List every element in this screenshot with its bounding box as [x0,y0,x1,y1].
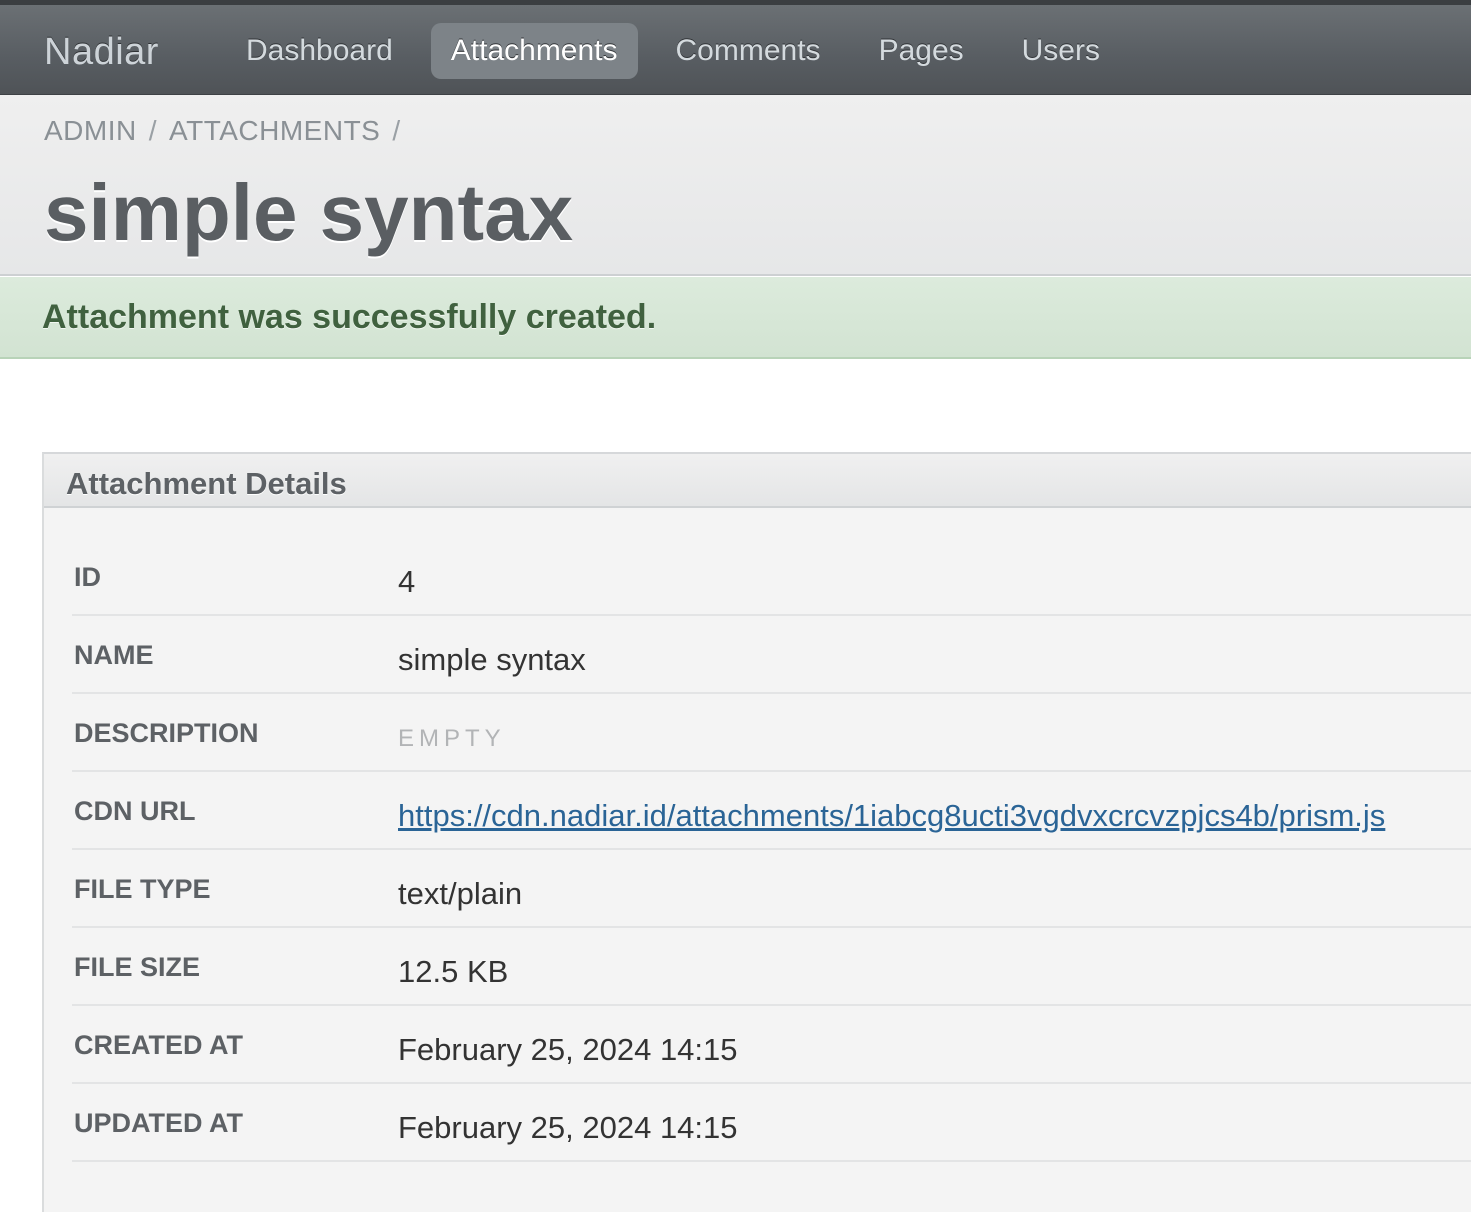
row-file-type: FILE TYPE text/plain [72,850,1471,928]
row-label: UPDATED AT [74,1108,243,1138]
top-header: Nadiar Dashboard Attachments Comments Pa… [0,0,1471,95]
breadcrumb-separator: / [148,115,158,146]
cdn-url-link[interactable]: https://cdn.nadiar.id/attachments/1iabcg… [398,798,1385,833]
row-name: NAME simple syntax [72,616,1471,694]
row-value: February 25, 2024 14:15 [398,1110,738,1145]
row-value: https://cdn.nadiar.id/attachments/1iabcg… [398,798,1385,834]
nav-item-users[interactable]: Users [1002,23,1120,79]
nav-item-attachments[interactable]: Attachments [430,23,638,79]
attachment-details-panel: Attachment Details ID 4 NAME simple synt… [42,452,1471,1212]
page-title: simple syntax [44,168,574,257]
row-label: FILE SIZE [74,952,201,982]
row-value: simple syntax [398,642,586,677]
row-value: February 25, 2024 14:15 [398,1032,738,1067]
flash-notice: Attachment was successfully created. [0,277,1471,359]
row-label: CDN URL [74,796,196,826]
row-id: ID 4 [72,538,1471,616]
row-label: CREATED AT [74,1030,243,1060]
nav-item-pages[interactable]: Pages [859,23,984,79]
row-label: FILE TYPE [74,874,211,904]
main-nav: Dashboard Attachments Comments Pages Use… [226,23,1138,79]
row-label: DESCRIPTION [74,718,259,748]
details-table: ID 4 NAME simple syntax DESCRIPTION EMPT… [72,538,1471,1162]
nav-item-comments[interactable]: Comments [656,23,841,79]
row-value: 12.5 KB [398,954,509,989]
row-created-at: CREATED AT February 25, 2024 14:15 [72,1006,1471,1084]
panel-header: Attachment Details [44,454,1471,508]
breadcrumb: ADMIN / ATTACHMENTS / [44,115,413,147]
nav-item-dashboard[interactable]: Dashboard [226,23,413,79]
row-description: DESCRIPTION EMPTY [72,694,1471,772]
row-updated-at: UPDATED AT February 25, 2024 14:15 [72,1084,1471,1162]
panel-title: Attachment Details [66,466,347,501]
site-title[interactable]: Nadiar [44,31,159,74]
row-value: 4 [398,564,416,599]
breadcrumb-separator: / [392,115,401,146]
row-label: NAME [74,640,154,670]
flash-message: Attachment was successfully created. [42,298,657,336]
row-value: text/plain [398,876,523,911]
row-file-size: FILE SIZE 12.5 KB [72,928,1471,1006]
row-cdn-url: CDN URL https://cdn.nadiar.id/attachment… [72,772,1471,850]
breadcrumb-admin[interactable]: ADMIN [44,115,137,147]
breadcrumb-attachments[interactable]: ATTACHMENTS [169,115,380,147]
row-label: ID [74,562,101,592]
title-bar: ADMIN / ATTACHMENTS / simple syntax [0,95,1471,276]
empty-value: EMPTY [398,725,506,752]
